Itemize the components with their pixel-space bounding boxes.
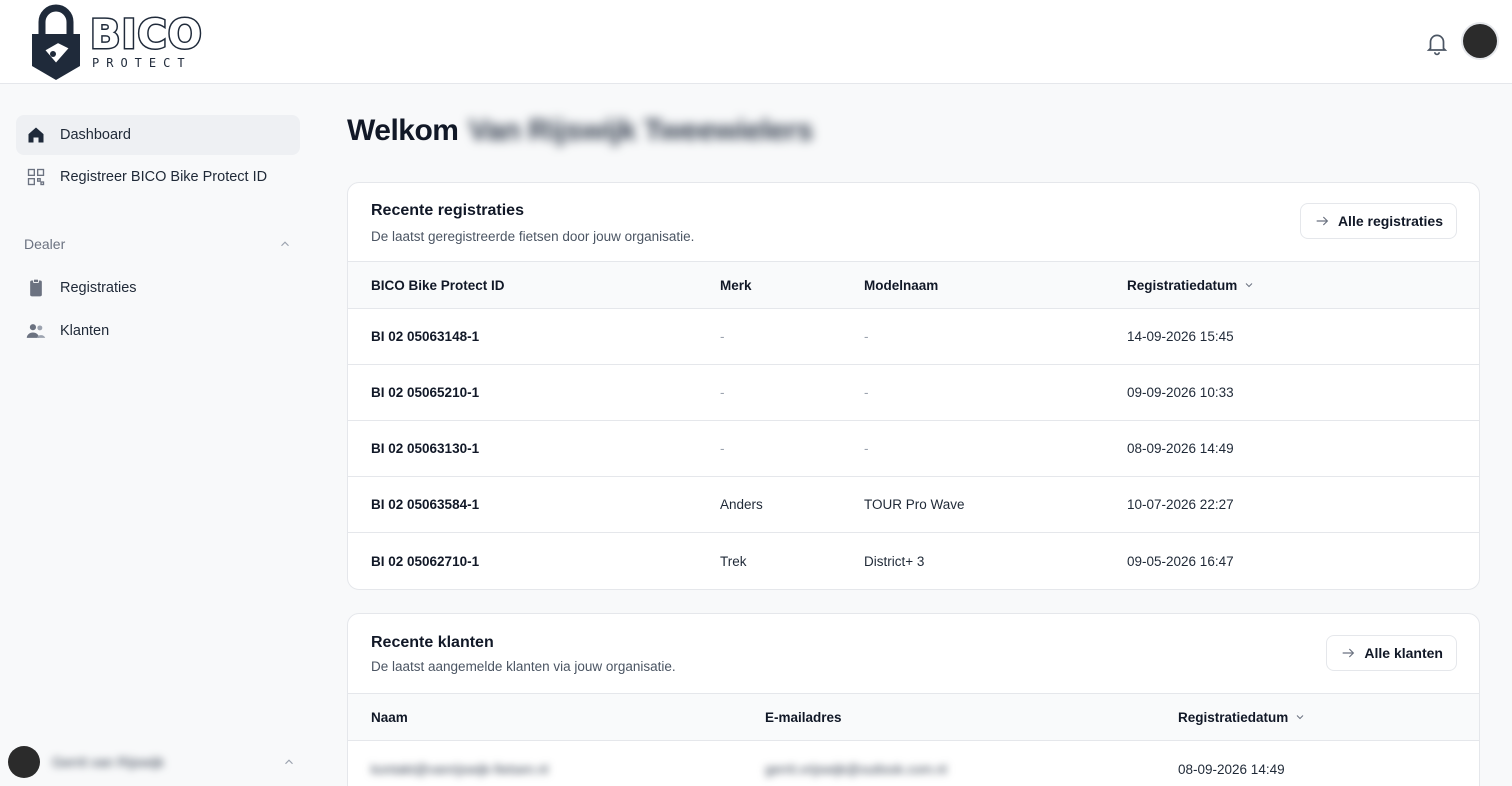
section-label: Dealer (24, 236, 66, 252)
qr-code-icon (26, 167, 46, 187)
logo-wordmark: BICO PROTECT (89, 12, 204, 70)
cell-merk: - (720, 441, 725, 456)
column-header-model[interactable]: Modelnaam (864, 262, 938, 308)
column-header-email[interactable]: E-mailadres (765, 694, 842, 740)
clipboard-icon (26, 278, 46, 298)
cell-date: 09-05-2026 16:47 (1127, 553, 1234, 569)
sidebar-item-klanten[interactable]: Klanten (16, 311, 300, 351)
user-avatar[interactable] (1463, 24, 1497, 58)
top-bar: BICO PROTECT (0, 0, 1512, 84)
sidebar-item-label: Registraties (60, 280, 137, 296)
cell-merk: - (720, 385, 725, 400)
table-row[interactable]: BI 02 05062710-1 Trek District+ 3 09-05-… (348, 533, 1479, 589)
column-header-name[interactable]: Naam (371, 694, 408, 740)
button-label: Alle klanten (1364, 645, 1443, 661)
card-title: Recente klanten (371, 634, 494, 651)
page-title: Welkom Van Rijswijk Tweewielers (347, 114, 813, 148)
user-name: Gerrit van Rijswijk (52, 754, 165, 770)
sidebar-item-label: Dashboard (60, 127, 131, 143)
logo-main-text: BICO (89, 12, 204, 58)
cell-date: 10-07-2026 22:27 (1127, 497, 1234, 512)
card-subtitle: De laatst geregistreerde fietsen door jo… (371, 229, 695, 244)
card-subtitle: De laatst aangemelde klanten via jouw or… (371, 659, 676, 674)
home-icon (26, 125, 46, 145)
welcome-prefix: Welkom (347, 114, 459, 147)
cell-date: 08-09-2026 14:49 (1127, 441, 1234, 456)
chevron-up-icon (281, 241, 289, 247)
sidebar-user-menu[interactable]: Gerrit van Rijswijk (8, 744, 308, 780)
cell-model: - (864, 385, 869, 400)
users-icon (26, 321, 46, 341)
cell-model: - (864, 329, 869, 344)
arrow-right-icon (1343, 648, 1355, 658)
column-header-label: Registratiedatum (1127, 277, 1238, 293)
column-header-merk[interactable]: Merk (720, 262, 752, 308)
table-row[interactable]: kontakt@vanrijswijk-fietsen.nl gerrit.vr… (348, 741, 1479, 786)
cell-date: 14-09-2026 15:45 (1127, 329, 1234, 344)
cell-email: gerrit.vrijswijk@outlook.com.nl (765, 761, 947, 777)
bico-protect-logo[interactable]: BICO PROTECT (28, 4, 228, 80)
table-row[interactable]: BI 02 05063130-1 - - 08-09-2026 14:49 (348, 421, 1479, 477)
cell-id: BI 02 05065210-1 (371, 385, 480, 400)
sidebar-item-label: Klanten (60, 323, 110, 339)
avatar (8, 746, 40, 778)
cell-name: kontakt@vanrijswijk-fietsen.nl (371, 761, 549, 777)
cell-model: TOUR Pro Wave (864, 497, 965, 512)
logo-sub-text: PROTECT (92, 56, 192, 70)
bell-icon[interactable] (1424, 30, 1450, 56)
arrow-right-icon (1316, 216, 1329, 226)
sidebar-item-dashboard[interactable]: Dashboard (16, 115, 300, 155)
cell-id: BI 02 05063130-1 (371, 441, 480, 456)
padlock-logo-icon (32, 4, 80, 80)
table-row[interactable]: BI 02 05063584-1 Anders TOUR Pro Wave 10… (348, 477, 1479, 533)
chevron-down-icon (1296, 715, 1304, 720)
sidebar-item-register-id[interactable]: Registreer BICO Bike Protect ID (16, 157, 300, 197)
card-title: Recente registraties (371, 202, 524, 219)
sidebar-section-dealer[interactable]: Dealer (24, 234, 292, 254)
button-label: Alle registraties (1337, 213, 1443, 229)
recent-customers-card: Recente klanten De laatst aangemelde kla… (347, 613, 1480, 786)
cell-merk: Anders (720, 497, 763, 512)
cell-id: BI 02 05062710-1 (371, 553, 480, 569)
table-header: BICO Bike Protect ID Merk Modelnaam Regi… (348, 261, 1479, 309)
cell-id: BI 02 05063148-1 (371, 329, 480, 344)
chevron-up-icon (285, 759, 293, 765)
cell-id: BI 02 05063584-1 (371, 497, 480, 512)
cell-model: - (864, 441, 869, 456)
cell-model: District+ 3 (864, 553, 925, 569)
table-row[interactable]: BI 02 05065210-1 - - 09-09-2026 10:33 (348, 365, 1479, 421)
sidebar-item-label: Registreer BICO Bike Protect ID (60, 169, 268, 185)
recent-registrations-card: Recente registraties De laatst geregistr… (347, 182, 1480, 590)
table-row[interactable]: BI 02 05063148-1 - - 14-09-2026 15:45 (348, 309, 1479, 365)
cell-merk: - (720, 329, 725, 344)
column-header-date[interactable]: Registratiedatum (1178, 694, 1306, 740)
column-header-date[interactable]: Registratiedatum (1127, 262, 1255, 308)
all-customers-button[interactable]: Alle klanten (1326, 635, 1457, 671)
sidebar-item-registraties[interactable]: Registraties (16, 268, 300, 308)
table-header: Naam E-mailadres Registratiedatum (348, 693, 1479, 741)
cell-date: 08-09-2026 14:49 (1178, 761, 1285, 777)
all-registrations-button[interactable]: Alle registraties (1299, 203, 1457, 239)
cell-date: 09-09-2026 10:33 (1127, 385, 1234, 400)
column-header-label: Registratiedatum (1178, 709, 1289, 725)
chevron-down-icon (1245, 283, 1253, 288)
cell-merk: Trek (720, 553, 747, 569)
column-header-id[interactable]: BICO Bike Protect ID (371, 262, 505, 308)
sidebar: Dashboard Registreer BICO Bike Protect I… (0, 84, 316, 786)
organisation-name: Van Rijswijk Tweewielers (468, 114, 813, 147)
